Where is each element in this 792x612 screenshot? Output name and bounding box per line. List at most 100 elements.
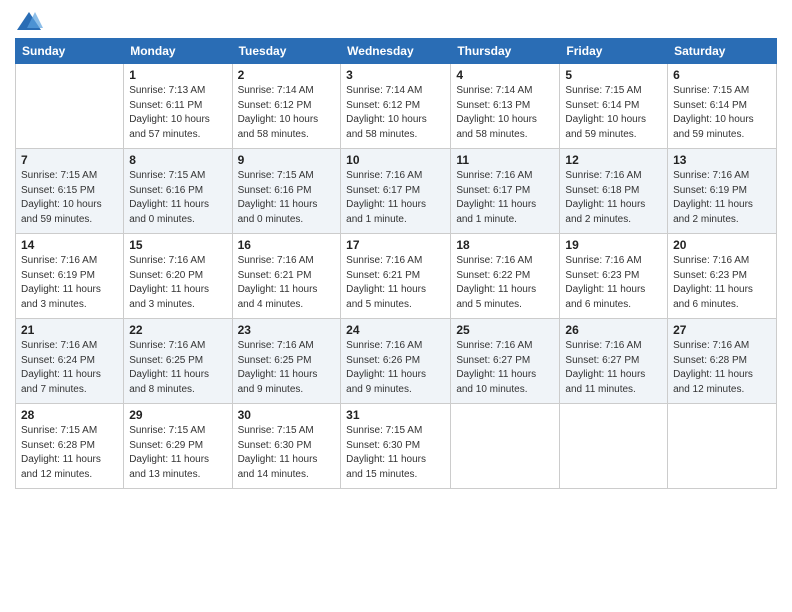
day-info: Sunrise: 7:14 AM Sunset: 6:12 PM Dayligh… [346, 84, 445, 142]
day-number: 20 [673, 238, 771, 252]
day-info: Sunrise: 7:14 AM Sunset: 6:13 PM Dayligh… [456, 84, 554, 142]
day-info: Sunrise: 7:15 AM Sunset: 6:29 PM Dayligh… [129, 424, 226, 482]
day-number: 13 [673, 153, 771, 167]
weekday-header-thursday: Thursday [451, 39, 560, 64]
day-info: Sunrise: 7:15 AM Sunset: 6:14 PM Dayligh… [565, 84, 662, 142]
day-number: 11 [456, 153, 554, 167]
day-number: 12 [565, 153, 662, 167]
day-number: 24 [346, 323, 445, 337]
day-number: 8 [129, 153, 226, 167]
calendar-cell: 3Sunrise: 7:14 AM Sunset: 6:12 PM Daylig… [341, 64, 451, 149]
day-info: Sunrise: 7:16 AM Sunset: 6:19 PM Dayligh… [673, 169, 771, 227]
day-info: Sunrise: 7:13 AM Sunset: 6:11 PM Dayligh… [129, 84, 226, 142]
day-info: Sunrise: 7:15 AM Sunset: 6:16 PM Dayligh… [238, 169, 336, 227]
calendar-cell: 13 Sunrise: 7:16 AM Sunset: 6:19 PM Dayli… [668, 149, 777, 234]
calendar-cell: 28 Sunrise: 7:15 AM Sunset: 6:28 PM Dayli… [16, 404, 124, 489]
weekday-header-tuesday: Tuesday [232, 39, 341, 64]
day-info: Sunrise: 7:16 AM Sunset: 6:25 PM Dayligh… [238, 339, 336, 397]
day-number: 6 [673, 68, 771, 82]
calendar-cell: 17Sunrise: 7:16 AM Sunset: 6:21 PM Dayli… [341, 234, 451, 319]
day-number: 25 [456, 323, 554, 337]
calendar-cell: 5 Sunrise: 7:15 AM Sunset: 6:14 PM Daylig… [560, 64, 668, 149]
day-number: 31 [346, 408, 445, 422]
week-row-0: 1 Sunrise: 7:13 AM Sunset: 6:11 PM Daylig… [16, 64, 777, 149]
day-info: Sunrise: 7:14 AM Sunset: 6:12 PM Dayligh… [238, 84, 336, 142]
calendar-table: SundayMondayTuesdayWednesdayThursdayFrid… [15, 38, 777, 489]
day-number: 5 [565, 68, 662, 82]
weekday-header-saturday: Saturday [668, 39, 777, 64]
day-info: Sunrise: 7:15 AM Sunset: 6:30 PM Dayligh… [346, 424, 445, 482]
week-row-1: 7Sunrise: 7:15 AM Sunset: 6:15 PM Daylig… [16, 149, 777, 234]
calendar-cell: 2 Sunrise: 7:14 AM Sunset: 6:12 PM Daylig… [232, 64, 341, 149]
week-row-2: 14Sunrise: 7:16 AM Sunset: 6:19 PM Dayli… [16, 234, 777, 319]
calendar-cell: 23 Sunrise: 7:16 AM Sunset: 6:25 PM Dayli… [232, 319, 341, 404]
day-info: Sunrise: 7:16 AM Sunset: 6:23 PM Dayligh… [673, 254, 771, 312]
calendar-cell: 24 Sunrise: 7:16 AM Sunset: 6:26 PM Dayli… [341, 319, 451, 404]
day-number: 23 [238, 323, 336, 337]
weekday-header-row: SundayMondayTuesdayWednesdayThursdayFrid… [16, 39, 777, 64]
day-number: 15 [129, 238, 226, 252]
calendar-cell: 19 Sunrise: 7:16 AM Sunset: 6:23 PM Dayli… [560, 234, 668, 319]
weekday-header-monday: Monday [124, 39, 232, 64]
day-number: 7 [21, 153, 118, 167]
day-number: 2 [238, 68, 336, 82]
day-info: Sunrise: 7:16 AM Sunset: 6:22 PM Dayligh… [456, 254, 554, 312]
day-number: 29 [129, 408, 226, 422]
calendar-cell: 4Sunrise: 7:14 AM Sunset: 6:13 PM Daylig… [451, 64, 560, 149]
calendar-cell: 21 Sunrise: 7:16 AM Sunset: 6:24 PM Dayli… [16, 319, 124, 404]
day-number: 19 [565, 238, 662, 252]
day-info: Sunrise: 7:16 AM Sunset: 6:17 PM Dayligh… [456, 169, 554, 227]
day-info: Sunrise: 7:16 AM Sunset: 6:17 PM Dayligh… [346, 169, 445, 227]
calendar-cell: 11 Sunrise: 7:16 AM Sunset: 6:17 PM Dayli… [451, 149, 560, 234]
day-number: 22 [129, 323, 226, 337]
day-number: 30 [238, 408, 336, 422]
calendar-cell: 1 Sunrise: 7:13 AM Sunset: 6:11 PM Daylig… [124, 64, 232, 149]
logo-icon [15, 10, 43, 32]
day-info: Sunrise: 7:16 AM Sunset: 6:26 PM Dayligh… [346, 339, 445, 397]
day-number: 18 [456, 238, 554, 252]
day-number: 16 [238, 238, 336, 252]
day-number: 14 [21, 238, 118, 252]
day-info: Sunrise: 7:16 AM Sunset: 6:20 PM Dayligh… [129, 254, 226, 312]
day-info: Sunrise: 7:15 AM Sunset: 6:30 PM Dayligh… [238, 424, 336, 482]
day-number: 1 [129, 68, 226, 82]
logo [15, 10, 45, 32]
calendar-header: SundayMondayTuesdayWednesdayThursdayFrid… [16, 39, 777, 64]
weekday-header-friday: Friday [560, 39, 668, 64]
day-info: Sunrise: 7:16 AM Sunset: 6:21 PM Dayligh… [238, 254, 336, 312]
calendar-cell: 10Sunrise: 7:16 AM Sunset: 6:17 PM Dayli… [341, 149, 451, 234]
weekday-header-sunday: Sunday [16, 39, 124, 64]
page: SundayMondayTuesdayWednesdayThursdayFrid… [0, 0, 792, 612]
day-info: Sunrise: 7:16 AM Sunset: 6:25 PM Dayligh… [129, 339, 226, 397]
calendar-cell: 27 Sunrise: 7:16 AM Sunset: 6:28 PM Dayli… [668, 319, 777, 404]
day-info: Sunrise: 7:16 AM Sunset: 6:27 PM Dayligh… [456, 339, 554, 397]
header [15, 10, 777, 32]
day-info: Sunrise: 7:16 AM Sunset: 6:28 PM Dayligh… [673, 339, 771, 397]
day-info: Sunrise: 7:16 AM Sunset: 6:24 PM Dayligh… [21, 339, 118, 397]
calendar-cell: 7Sunrise: 7:15 AM Sunset: 6:15 PM Daylig… [16, 149, 124, 234]
calendar-cell: 15 Sunrise: 7:16 AM Sunset: 6:20 PM Dayli… [124, 234, 232, 319]
calendar-cell: 12Sunrise: 7:16 AM Sunset: 6:18 PM Dayli… [560, 149, 668, 234]
calendar-cell: 29 Sunrise: 7:15 AM Sunset: 6:29 PM Dayli… [124, 404, 232, 489]
day-number: 27 [673, 323, 771, 337]
day-info: Sunrise: 7:16 AM Sunset: 6:27 PM Dayligh… [565, 339, 662, 397]
calendar-cell [560, 404, 668, 489]
day-number: 21 [21, 323, 118, 337]
day-info: Sunrise: 7:16 AM Sunset: 6:23 PM Dayligh… [565, 254, 662, 312]
day-info: Sunrise: 7:15 AM Sunset: 6:14 PM Dayligh… [673, 84, 771, 142]
calendar-cell [16, 64, 124, 149]
day-info: Sunrise: 7:15 AM Sunset: 6:16 PM Dayligh… [129, 169, 226, 227]
calendar-cell: 31 Sunrise: 7:15 AM Sunset: 6:30 PM Dayli… [341, 404, 451, 489]
calendar-cell: 25 Sunrise: 7:16 AM Sunset: 6:27 PM Dayli… [451, 319, 560, 404]
day-info: Sunrise: 7:16 AM Sunset: 6:21 PM Dayligh… [346, 254, 445, 312]
day-number: 28 [21, 408, 118, 422]
weekday-header-wednesday: Wednesday [341, 39, 451, 64]
calendar-cell: 20 Sunrise: 7:16 AM Sunset: 6:23 PM Dayli… [668, 234, 777, 319]
calendar-cell: 26Sunrise: 7:16 AM Sunset: 6:27 PM Dayli… [560, 319, 668, 404]
calendar-cell: 18 Sunrise: 7:16 AM Sunset: 6:22 PM Dayli… [451, 234, 560, 319]
calendar-cell: 6 Sunrise: 7:15 AM Sunset: 6:14 PM Daylig… [668, 64, 777, 149]
calendar-cell: 16 Sunrise: 7:16 AM Sunset: 6:21 PM Dayli… [232, 234, 341, 319]
day-info: Sunrise: 7:15 AM Sunset: 6:28 PM Dayligh… [21, 424, 118, 482]
calendar-cell: 9Sunrise: 7:15 AM Sunset: 6:16 PM Daylig… [232, 149, 341, 234]
calendar-cell: 14Sunrise: 7:16 AM Sunset: 6:19 PM Dayli… [16, 234, 124, 319]
